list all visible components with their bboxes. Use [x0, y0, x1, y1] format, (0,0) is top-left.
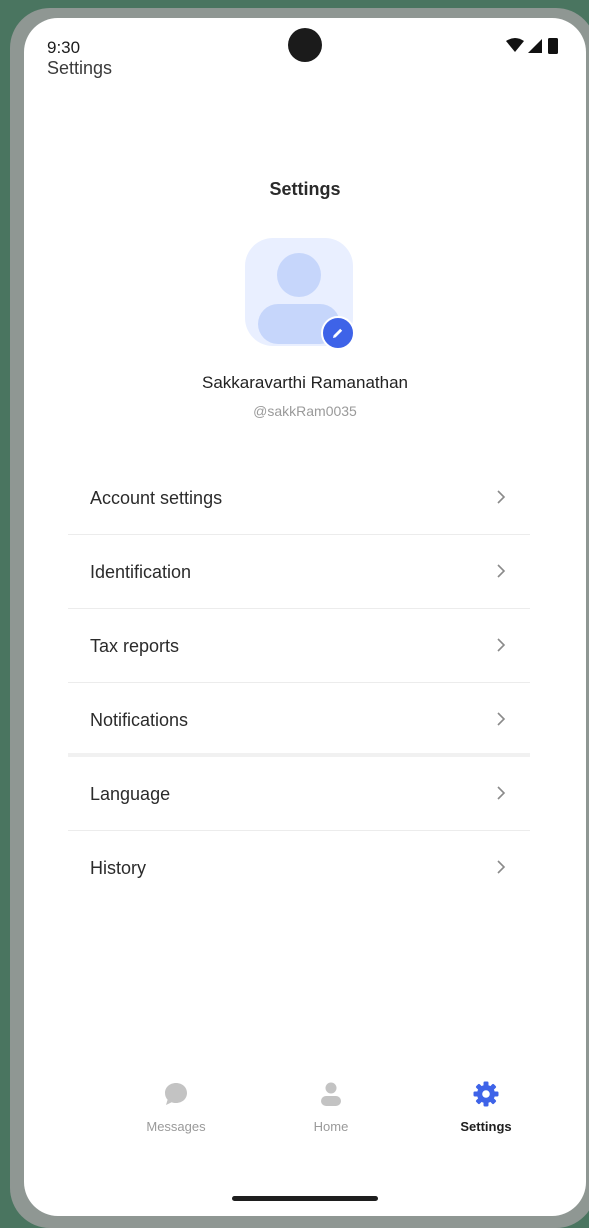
nav-item-messages[interactable]: Messages: [121, 1080, 231, 1134]
nav-item-home[interactable]: Home: [276, 1080, 386, 1134]
menu-item-label: Language: [90, 784, 171, 804]
signal-icon: [528, 39, 542, 53]
status-app-title: Settings: [47, 58, 113, 78]
nav-item-settings[interactable]: Settings: [431, 1080, 541, 1134]
profile-name: Sakkaravarthi Ramanathan: [201, 373, 408, 392]
pencil-icon: [333, 328, 343, 338]
menu-item-label: History: [90, 858, 147, 878]
menu-item-label: Account settings: [90, 488, 223, 508]
phone-screen: 9:30 Settings Settings Sakkaravarthi Ram…: [24, 18, 586, 1216]
status-icons: [506, 38, 558, 54]
menu-item-label: Tax reports: [90, 636, 180, 656]
chat-bubble-icon: [165, 1083, 187, 1105]
profile-handle: @sakkRam0035: [253, 403, 357, 419]
chevron-right-icon: [497, 564, 506, 578]
person-icon: [321, 1082, 341, 1106]
nav-label: Home: [313, 1119, 349, 1134]
menu-item-label: Identification: [90, 562, 192, 582]
menu-item-identification[interactable]: Identification: [68, 535, 530, 609]
status-time: 9:30: [47, 38, 81, 57]
menu-item-label: Notifications: [90, 710, 189, 730]
menu-item-history[interactable]: History: [68, 831, 530, 905]
page-title: Settings: [269, 179, 341, 199]
front-camera: [288, 28, 322, 62]
settings-menu: Account settings Identification Tax repo…: [68, 461, 530, 905]
menu-item-notifications[interactable]: Notifications: [68, 683, 530, 757]
nav-label: Settings: [460, 1119, 512, 1134]
home-indicator[interactable]: [232, 1196, 378, 1201]
battery-icon: [548, 38, 558, 54]
menu-item-account-settings[interactable]: Account settings: [68, 461, 530, 535]
menu-item-language[interactable]: Language: [68, 757, 530, 831]
edit-avatar-button[interactable]: [321, 316, 355, 350]
menu-item-tax-reports[interactable]: Tax reports: [68, 609, 530, 683]
chevron-right-icon: [497, 860, 506, 874]
nav-label: Messages: [146, 1119, 206, 1134]
chevron-right-icon: [497, 786, 506, 800]
bottom-nav: Messages Home Settings: [24, 1080, 586, 1150]
avatar-head: [277, 253, 321, 297]
chevron-right-icon: [497, 638, 506, 652]
chevron-right-icon: [497, 712, 506, 726]
gear-icon: [473, 1081, 499, 1107]
wifi-icon: [506, 38, 524, 52]
chevron-right-icon: [497, 490, 506, 504]
